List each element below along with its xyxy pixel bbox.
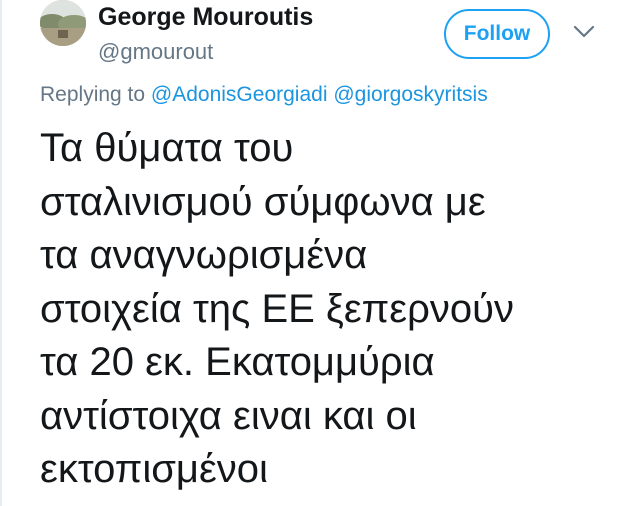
reply-prefix: Replying to bbox=[40, 83, 146, 106]
mention-link[interactable]: @giorgoskyritsis bbox=[333, 83, 487, 106]
left-border bbox=[0, 0, 2, 506]
avatar[interactable] bbox=[40, 0, 86, 46]
avatar-image bbox=[40, 0, 86, 46]
mention-link[interactable]: @AdonisGeorgiadi bbox=[151, 83, 328, 106]
tweet: George Mouroutis @gmourout Follow Replyi… bbox=[40, 0, 630, 506]
follow-button[interactable]: Follow bbox=[444, 9, 550, 59]
author-display-name[interactable]: George Mouroutis bbox=[98, 2, 313, 32]
reply-context: Replying to @AdonisGeorgiadi @giorgoskyr… bbox=[40, 82, 488, 108]
tweet-text: Τα θύματα του σταλινισμού σύμφωνα με τα … bbox=[40, 126, 514, 491]
author-handle[interactable]: @gmourout bbox=[98, 39, 213, 65]
chevron-down-icon[interactable] bbox=[572, 24, 596, 40]
